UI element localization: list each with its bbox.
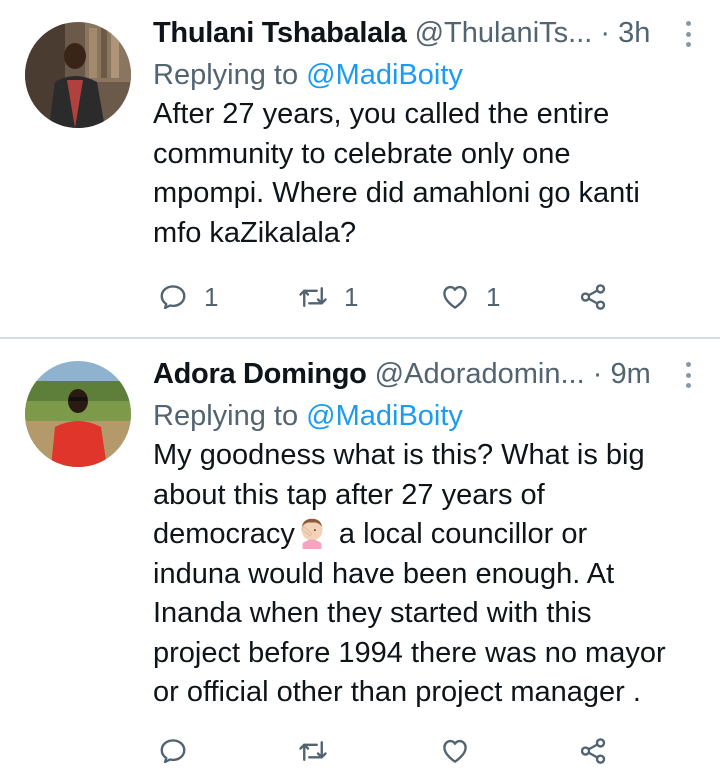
avatar[interactable] bbox=[25, 22, 131, 128]
more-options-icon[interactable] bbox=[684, 362, 692, 388]
replying-to: Replying to @MadiBoity bbox=[153, 396, 700, 436]
text-line: My goodness what is this? What is big bbox=[153, 439, 645, 471]
text-line: community to celebrate only one bbox=[153, 137, 571, 170]
tweet-thulani[interactable]: Thulani Tshabalala @ThulaniTs... · 3h Re… bbox=[0, 0, 720, 338]
text-line: mpompi. Where did amahloni go kanti bbox=[153, 177, 640, 209]
like-button[interactable]: 1 bbox=[440, 282, 500, 312]
retweet-icon bbox=[299, 287, 327, 307]
share-button[interactable] bbox=[578, 736, 608, 766]
replying-prefix: Replying to bbox=[153, 400, 307, 432]
retweet-button[interactable] bbox=[298, 736, 344, 766]
tweet-adora[interactable]: Adora Domingo @Adoradomin... · 9m Replyi… bbox=[0, 340, 720, 774]
timestamp[interactable]: 9m bbox=[610, 358, 650, 390]
like-icon bbox=[443, 739, 467, 763]
share-button[interactable] bbox=[578, 282, 608, 312]
retweet-count: 1 bbox=[344, 281, 359, 312]
handle[interactable]: @Adoradomin... bbox=[375, 358, 585, 390]
tweet-text: My goodness what is this? What is big ab… bbox=[153, 436, 700, 713]
text-line: induna would have been enough. At bbox=[153, 557, 615, 590]
reply-button[interactable]: 1 bbox=[158, 282, 218, 312]
tweet-content: Adora Domingo @Adoradomin... · 9m Replyi… bbox=[153, 356, 700, 713]
replying-prefix: Replying to bbox=[153, 59, 307, 91]
text-line: After 27 years, you called the entire bbox=[153, 98, 610, 130]
retweet-icon bbox=[299, 741, 327, 761]
reply-button[interactable] bbox=[158, 736, 204, 766]
text-line: or official other than project manager . bbox=[153, 676, 641, 708]
retweet-button[interactable]: 1 bbox=[298, 282, 358, 312]
text-line: democracy a local councillor or bbox=[153, 515, 700, 555]
separator-dot: · bbox=[592, 358, 603, 390]
mention-link[interactable]: @MadiBoity bbox=[306, 59, 463, 91]
tweet-header: Thulani Tshabalala @ThulaniTs... · 3h bbox=[153, 15, 700, 51]
like-count: 1 bbox=[486, 281, 501, 312]
text-fragment: a local councillor or bbox=[330, 518, 588, 550]
handle[interactable]: @ThulaniTs... bbox=[415, 17, 593, 49]
text-line: mfo kaZikalala? bbox=[153, 216, 357, 249]
timestamp[interactable]: 3h bbox=[618, 17, 650, 49]
text-line: Inanda when they started with this bbox=[153, 597, 592, 629]
tweet-header: Adora Domingo @Adoradomin... · 9m bbox=[153, 356, 700, 392]
like-icon bbox=[443, 285, 467, 309]
display-name[interactable]: Thulani Tshabalala bbox=[153, 17, 407, 49]
divider bbox=[0, 337, 720, 339]
like-button[interactable] bbox=[440, 736, 486, 766]
share-icon bbox=[580, 738, 606, 764]
more-options-icon[interactable] bbox=[684, 21, 692, 47]
woman-facepalming-emoji bbox=[301, 518, 323, 549]
reply-icon bbox=[160, 739, 186, 764]
text-fragment: democracy bbox=[153, 518, 295, 550]
reply-count: 1 bbox=[204, 281, 219, 312]
text-line: about this tap after 27 years of bbox=[153, 478, 545, 511]
tweet-text: After 27 years, you called the entire co… bbox=[153, 95, 700, 253]
share-icon bbox=[580, 284, 606, 310]
reply-icon bbox=[160, 285, 186, 310]
tweet-content: Thulani Tshabalala @ThulaniTs... · 3h Re… bbox=[153, 15, 700, 253]
text-line: project before 1994 there was no mayor bbox=[153, 636, 666, 669]
replying-to: Replying to @MadiBoity bbox=[153, 55, 700, 95]
separator-dot: · bbox=[600, 17, 611, 49]
display-name[interactable]: Adora Domingo bbox=[153, 358, 367, 390]
mention-link[interactable]: @MadiBoity bbox=[306, 400, 463, 432]
avatar[interactable] bbox=[25, 361, 131, 467]
